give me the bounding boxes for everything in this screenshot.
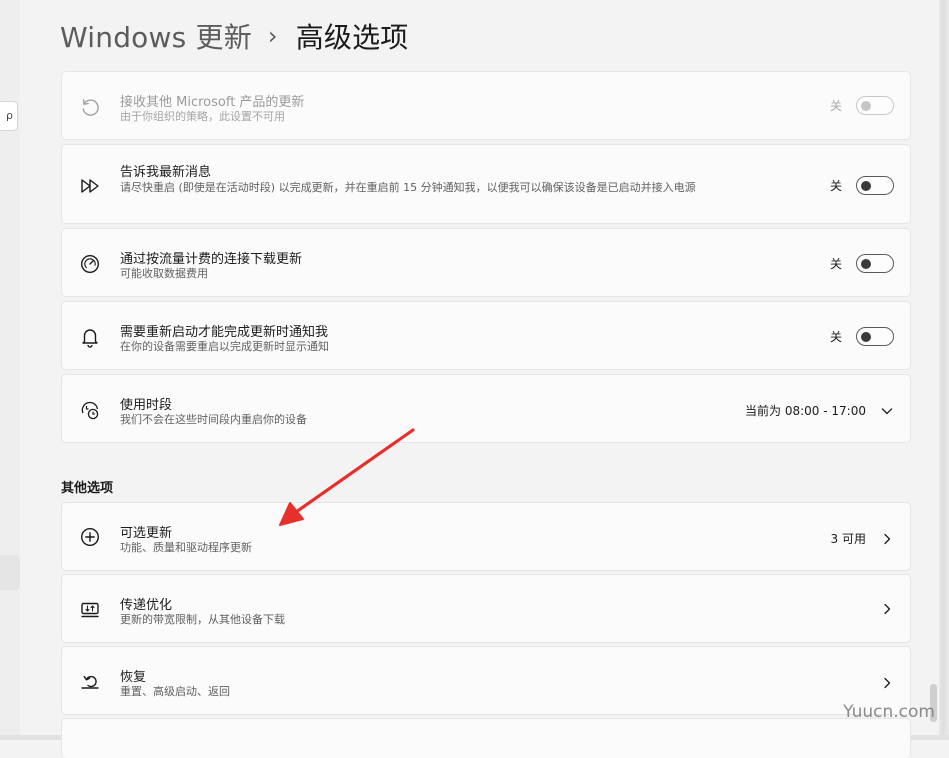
- bell-icon: [79, 326, 101, 348]
- add-circle-icon: [79, 526, 101, 548]
- setting-description: 我们不会在这些时间段内重启你的设备: [120, 413, 307, 426]
- option-description: 更新的带宽限制，从其他设备下载: [120, 613, 285, 626]
- setting-description: 由于你组织的策略，此设置不可用: [120, 110, 285, 123]
- setting-description: 可能收取数据费用: [120, 267, 208, 280]
- breadcrumb-separator: ›: [267, 22, 278, 50]
- setting-description: 在你的设备需要重启以完成更新时显示通知: [120, 340, 329, 353]
- option-next-partial[interactable]: [61, 718, 911, 758]
- other-options-header: 其他选项: [61, 481, 114, 496]
- toggle-knob: [861, 180, 871, 191]
- receive-other-updates-toggle[interactable]: [856, 96, 894, 115]
- page-title: 高级选项: [295, 21, 409, 54]
- option-description: 重置、高级启动、返回: [120, 685, 230, 698]
- option-optional-updates[interactable]: 可选更新 功能、质量和驱动程序更新 3 可用: [61, 502, 911, 571]
- setting-title: 告诉我最新消息: [120, 165, 212, 180]
- breadcrumb-parent-windows-update[interactable]: Windows 更新: [60, 16, 252, 56]
- chevron-right-icon[interactable]: [880, 676, 894, 690]
- toggle-knob: [861, 331, 871, 342]
- refresh-icon: [79, 96, 101, 118]
- setting-get-latest-updates[interactable]: 告诉我最新消息 请尽快重启 (即使是在活动时段) 以完成更新，并在重启前 15 …: [61, 144, 911, 224]
- setting-receive-other-updates: 接收其他 Microsoft 产品的更新 由于你组织的策略，此设置不可用 关: [61, 71, 911, 140]
- option-recovery[interactable]: 恢复 重置、高级启动、返回: [61, 646, 911, 715]
- get-latest-updates-toggle[interactable]: [856, 176, 894, 195]
- toggle-state-label: 关: [829, 330, 842, 344]
- setting-active-hours[interactable]: 使用时段 我们不会在这些时间段内重启你的设备 当前为 08:00 - 17:00: [61, 374, 911, 443]
- setting-metered-connection[interactable]: 通过按流量计费的连接下载更新 可能收取数据费用 关: [61, 228, 911, 297]
- chevron-down-icon[interactable]: [880, 404, 894, 418]
- gauge-icon: [79, 253, 101, 275]
- nav-search-box-edge[interactable]: ρ: [0, 101, 18, 131]
- toggle-state-label: 关: [829, 179, 842, 193]
- chevron-right-icon[interactable]: [880, 602, 894, 616]
- nav-selected-item-edge[interactable]: [0, 555, 20, 590]
- delivery-icon: [79, 598, 101, 620]
- optional-updates-count: 3 可用: [830, 532, 866, 546]
- active-hours-value: 当前为 08:00 - 17:00: [745, 404, 866, 418]
- setting-restart-notification[interactable]: 需要重新启动才能完成更新时通知我 在你的设备需要重启以完成更新时显示通知 关: [61, 301, 911, 370]
- setting-description: 请尽快重启 (即使是在活动时段) 以完成更新，并在重启前 15 分钟通知我，以便…: [120, 181, 696, 194]
- recovery-icon: [79, 670, 101, 692]
- toggle-state-label: 关: [829, 257, 842, 271]
- option-delivery-optimization[interactable]: 传递优化 更新的带宽限制，从其他设备下载: [61, 574, 911, 643]
- clock-icon: [79, 399, 101, 421]
- toggle-knob: [861, 100, 871, 111]
- restart-notification-toggle[interactable]: [856, 327, 894, 346]
- chevron-right-icon[interactable]: [880, 532, 894, 546]
- window-right-edge: [939, 0, 949, 740]
- toggle-state-label: 关: [829, 99, 842, 113]
- watermark: Yuucn.com: [843, 702, 935, 722]
- option-description: 功能、质量和驱动程序更新: [120, 541, 252, 554]
- fast-forward-icon: [79, 175, 101, 197]
- toggle-knob: [861, 258, 871, 269]
- metered-connection-toggle[interactable]: [856, 254, 894, 273]
- breadcrumb: Windows 更新 › 高级选项: [60, 14, 409, 58]
